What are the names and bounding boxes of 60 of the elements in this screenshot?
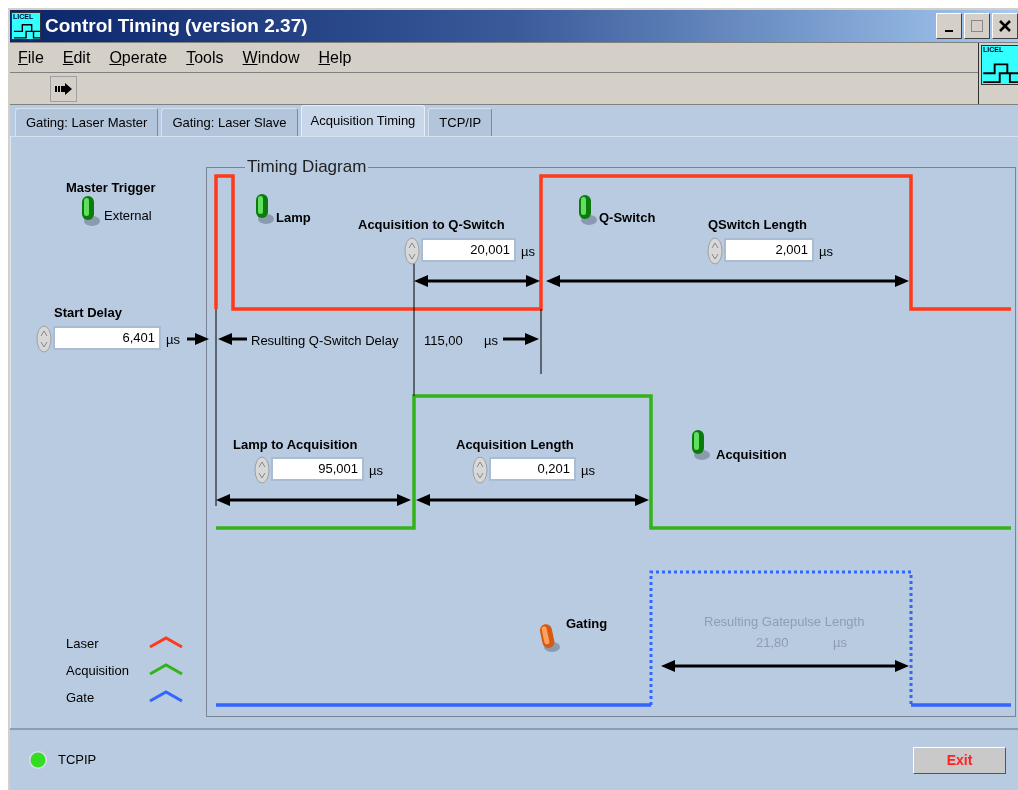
unit-label: µs bbox=[521, 243, 535, 261]
window-title: Control Timing (version 2.37) bbox=[45, 13, 308, 38]
menu-item[interactable]: Tools bbox=[186, 45, 224, 70]
maximize-icon bbox=[970, 19, 984, 33]
switch-label: Lamp bbox=[276, 209, 311, 227]
number-field[interactable]: 6,401 bbox=[53, 326, 161, 350]
number-field[interactable]: 95,001 bbox=[271, 457, 364, 481]
legend-label: Gate bbox=[66, 689, 95, 707]
control-label: Lamp to Acquisition bbox=[233, 436, 358, 454]
unit-label: µs bbox=[581, 462, 595, 480]
control-label: Acquisition to Q-Switch bbox=[358, 216, 505, 234]
toggle-switch[interactable] bbox=[689, 428, 711, 462]
switch-caption: External bbox=[104, 207, 152, 225]
switch-label: Q-Switch bbox=[599, 209, 656, 227]
indicator-label: Resulting Q-Switch Delay bbox=[251, 332, 399, 350]
minimize-icon bbox=[945, 30, 953, 32]
menu-item[interactable]: Window bbox=[242, 45, 300, 70]
menu-item[interactable]: Edit bbox=[62, 45, 91, 70]
toggle-switch[interactable] bbox=[576, 193, 598, 227]
tab[interactable]: Acquisition Timing bbox=[300, 105, 426, 136]
unit-label: µs bbox=[369, 462, 383, 480]
minimize-button[interactable] bbox=[936, 13, 962, 39]
legend-label: Laser bbox=[66, 635, 99, 653]
control-label: Start Delay bbox=[54, 304, 122, 322]
switch-label: Master Trigger bbox=[66, 179, 156, 197]
number-field[interactable]: 0,201 bbox=[489, 457, 576, 481]
maximize-button[interactable] bbox=[964, 13, 990, 39]
arrow bbox=[218, 333, 247, 345]
close-icon bbox=[998, 19, 1012, 33]
toggle-switch[interactable] bbox=[253, 192, 275, 226]
tab[interactable]: Gating: Laser Master bbox=[15, 108, 159, 136]
switch-label: Gating bbox=[566, 615, 608, 633]
arrow-icon bbox=[53, 81, 74, 96]
spinner-control[interactable] bbox=[254, 456, 270, 484]
menu-item[interactable]: File bbox=[18, 45, 44, 70]
arrow bbox=[503, 333, 539, 345]
legend-label: Acquisition bbox=[66, 662, 129, 680]
spinner-control[interactable] bbox=[404, 237, 420, 265]
close-button[interactable] bbox=[992, 13, 1018, 39]
tab[interactable]: Gating: Laser Slave bbox=[161, 108, 298, 136]
status-label: TCPIP bbox=[58, 751, 97, 770]
spinner-control[interactable] bbox=[36, 325, 52, 353]
unit-label: µs bbox=[819, 243, 833, 261]
spinner-control[interactable] bbox=[472, 456, 488, 484]
unit-label: µs bbox=[166, 331, 180, 349]
switch-label: Acquisition bbox=[716, 446, 787, 464]
menu-item[interactable]: Operate bbox=[109, 45, 168, 70]
indicator-value: 115,00 bbox=[424, 332, 463, 350]
unit-label: µs bbox=[484, 332, 498, 350]
spinner-control[interactable] bbox=[707, 237, 723, 265]
menu-item[interactable]: Help bbox=[318, 45, 352, 70]
number-field[interactable]: 20,001 bbox=[421, 238, 516, 262]
arrow bbox=[187, 333, 209, 345]
control-label: QSwitch Length bbox=[708, 216, 807, 234]
control-label: Acquisition Length bbox=[456, 436, 574, 454]
toggle-switch[interactable] bbox=[79, 194, 101, 228]
guide-line bbox=[540, 308, 542, 375]
run-button[interactable] bbox=[50, 75, 77, 102]
number-field[interactable]: 2,001 bbox=[724, 238, 814, 262]
tab[interactable]: TCP/IP bbox=[428, 108, 493, 136]
